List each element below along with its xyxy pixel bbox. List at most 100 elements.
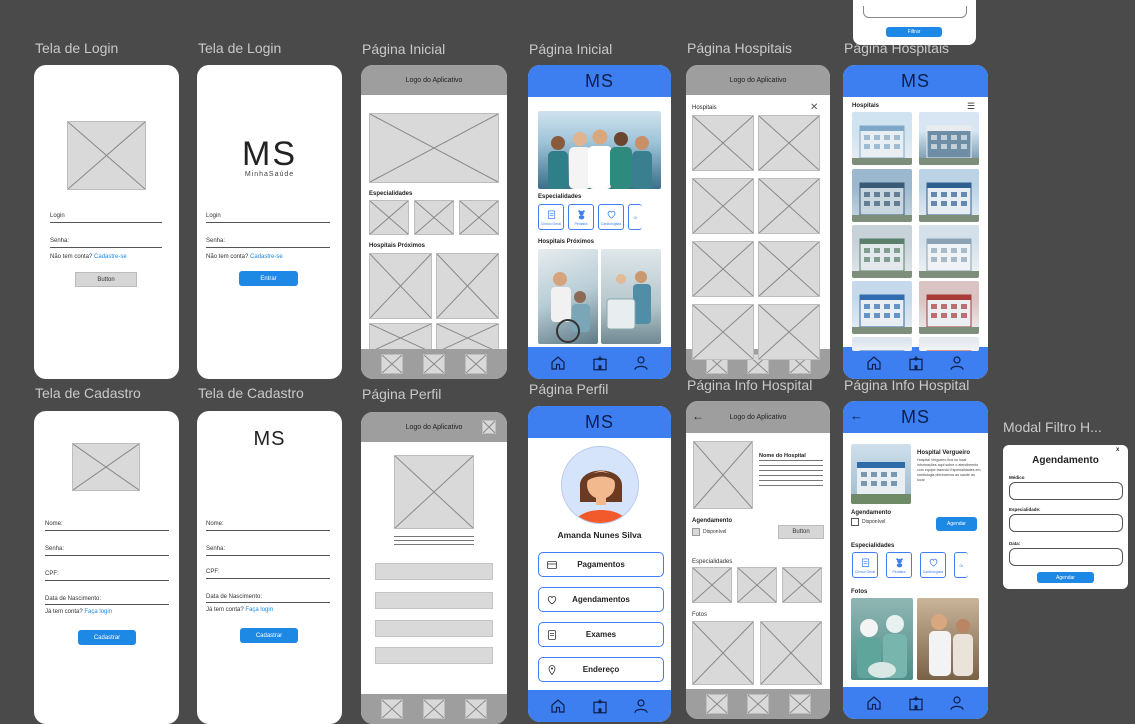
signup-button[interactable]: Cadastrar bbox=[240, 628, 298, 643]
hospital-icon[interactable] bbox=[905, 692, 927, 714]
specialty-placeholder[interactable] bbox=[369, 200, 409, 235]
doctor-input[interactable] bbox=[1009, 482, 1123, 500]
specialty-card-partial[interactable]: Or bbox=[628, 204, 642, 230]
hospital-photo[interactable] bbox=[919, 112, 979, 165]
specialty-card-cardiology[interactable]: Cardiologista bbox=[598, 204, 624, 230]
nav-profile-placeholder[interactable] bbox=[788, 694, 811, 714]
filter-icon[interactable]: ☰ bbox=[967, 101, 975, 112]
hospital-icon[interactable] bbox=[589, 352, 611, 374]
hospital-photo[interactable] bbox=[538, 249, 598, 344]
hospital-photo[interactable] bbox=[919, 169, 979, 222]
hospital-photo[interactable] bbox=[919, 281, 979, 334]
login-input[interactable] bbox=[206, 222, 330, 223]
specialty-card-cardiology[interactable]: Cardiologista bbox=[920, 552, 946, 578]
hospital-placeholder[interactable] bbox=[758, 178, 820, 234]
hospital-photo[interactable] bbox=[919, 225, 979, 278]
password-input[interactable] bbox=[45, 555, 169, 556]
hospital-placeholder[interactable] bbox=[692, 304, 754, 360]
home-icon[interactable] bbox=[863, 692, 885, 714]
hospital-photo[interactable] bbox=[852, 169, 912, 222]
address-button[interactable]: Endereço bbox=[538, 657, 664, 682]
nav-profile-placeholder[interactable] bbox=[465, 354, 487, 374]
password-input[interactable] bbox=[206, 555, 330, 556]
login-button-placeholder[interactable]: Button bbox=[75, 272, 137, 287]
birthdate-input[interactable] bbox=[45, 604, 169, 605]
login-link[interactable]: Faça login bbox=[245, 607, 273, 613]
specialty-placeholder[interactable] bbox=[459, 200, 499, 235]
back-arrow-icon[interactable]: ← bbox=[692, 409, 704, 423]
specialty-card-pediatrics[interactable]: Pediatra bbox=[568, 204, 594, 230]
hospital-photo[interactable] bbox=[852, 112, 912, 165]
specialty-card-general[interactable]: Clínico Geral bbox=[852, 552, 878, 578]
password-input[interactable] bbox=[206, 247, 330, 248]
hospital-photo[interactable] bbox=[852, 225, 912, 278]
schedule-button[interactable]: Agendar bbox=[936, 517, 977, 531]
menu-item-placeholder[interactable] bbox=[375, 592, 493, 609]
birthdate-input[interactable] bbox=[206, 602, 330, 603]
nav-home-placeholder[interactable] bbox=[381, 699, 403, 719]
home-icon[interactable] bbox=[547, 352, 569, 374]
hospital-placeholder[interactable] bbox=[436, 253, 499, 319]
nav-home-placeholder[interactable] bbox=[381, 354, 403, 374]
nav-hospitals-placeholder[interactable] bbox=[747, 694, 769, 714]
menu-item-placeholder[interactable] bbox=[375, 647, 493, 664]
specialty-placeholder[interactable] bbox=[414, 200, 454, 235]
user-icon[interactable] bbox=[630, 352, 652, 374]
close-icon[interactable]: x bbox=[1116, 447, 1119, 453]
hospital-placeholder[interactable] bbox=[758, 304, 820, 360]
user-icon[interactable] bbox=[946, 692, 968, 714]
photo-placeholder[interactable] bbox=[760, 621, 822, 685]
hospital-placeholder[interactable] bbox=[692, 115, 754, 171]
hospital-photo[interactable] bbox=[851, 598, 913, 680]
login-link[interactable]: Faça login bbox=[84, 609, 112, 615]
back-arrow-icon[interactable]: ← bbox=[850, 408, 863, 423]
payments-button[interactable]: Pagamentos bbox=[538, 552, 664, 577]
enter-button[interactable]: Entrar bbox=[239, 271, 298, 286]
cpf-input[interactable] bbox=[45, 580, 169, 581]
hospital-icon[interactable] bbox=[905, 352, 927, 374]
name-input[interactable] bbox=[206, 530, 330, 531]
nav-home-placeholder[interactable] bbox=[705, 694, 728, 714]
schedule-submit-button[interactable]: Agendar bbox=[1037, 572, 1094, 583]
cpf-input[interactable] bbox=[206, 578, 330, 579]
hospital-photo[interactable] bbox=[919, 337, 979, 351]
hospital-photo[interactable] bbox=[852, 281, 912, 334]
home-icon[interactable] bbox=[547, 695, 569, 717]
menu-item-placeholder[interactable] bbox=[375, 620, 493, 637]
nav-profile-placeholder[interactable] bbox=[465, 699, 487, 719]
nav-hospitals-placeholder[interactable] bbox=[423, 699, 445, 719]
available-checkbox[interactable] bbox=[692, 528, 700, 536]
close-placeholder[interactable] bbox=[482, 420, 496, 434]
hospital-placeholder[interactable] bbox=[369, 253, 432, 319]
user-icon[interactable] bbox=[630, 695, 652, 717]
name-input[interactable] bbox=[45, 530, 169, 531]
specialty-placeholder[interactable] bbox=[737, 567, 777, 603]
hospital-photo[interactable] bbox=[601, 249, 661, 344]
filter-button[interactable]: Filtrar bbox=[886, 27, 942, 37]
hospital-photo[interactable] bbox=[917, 598, 979, 680]
appointments-button[interactable]: Agendamentos bbox=[538, 587, 664, 612]
menu-item-placeholder[interactable] bbox=[375, 563, 493, 580]
close-icon[interactable]: ✕ bbox=[810, 102, 818, 113]
hospital-placeholder[interactable] bbox=[692, 241, 754, 297]
specialty-card-general[interactable]: Clínico Geral bbox=[538, 204, 564, 230]
signup-link[interactable]: Cadastre-se bbox=[250, 254, 283, 260]
login-input[interactable] bbox=[50, 222, 162, 223]
hospital-icon[interactable] bbox=[589, 695, 611, 717]
specialty-input[interactable] bbox=[1009, 514, 1123, 532]
signup-button[interactable]: Cadastrar bbox=[78, 630, 136, 645]
specialty-placeholder[interactable] bbox=[782, 567, 822, 603]
hospital-placeholder[interactable] bbox=[758, 115, 820, 171]
specialty-card-pediatrics[interactable]: Pediatra bbox=[886, 552, 912, 578]
specialty-placeholder[interactable] bbox=[692, 567, 732, 603]
photo-placeholder[interactable] bbox=[692, 621, 754, 685]
signup-link[interactable]: Cadastre-se bbox=[94, 254, 127, 260]
hospital-placeholder[interactable] bbox=[758, 241, 820, 297]
password-input[interactable] bbox=[50, 247, 162, 248]
hospital-photo[interactable] bbox=[852, 337, 912, 351]
specialty-card-partial[interactable]: Or bbox=[954, 552, 968, 578]
user-icon[interactable] bbox=[946, 352, 968, 374]
hospital-placeholder[interactable] bbox=[692, 178, 754, 234]
exams-button[interactable]: Exames bbox=[538, 622, 664, 647]
date-input[interactable] bbox=[1009, 548, 1123, 566]
